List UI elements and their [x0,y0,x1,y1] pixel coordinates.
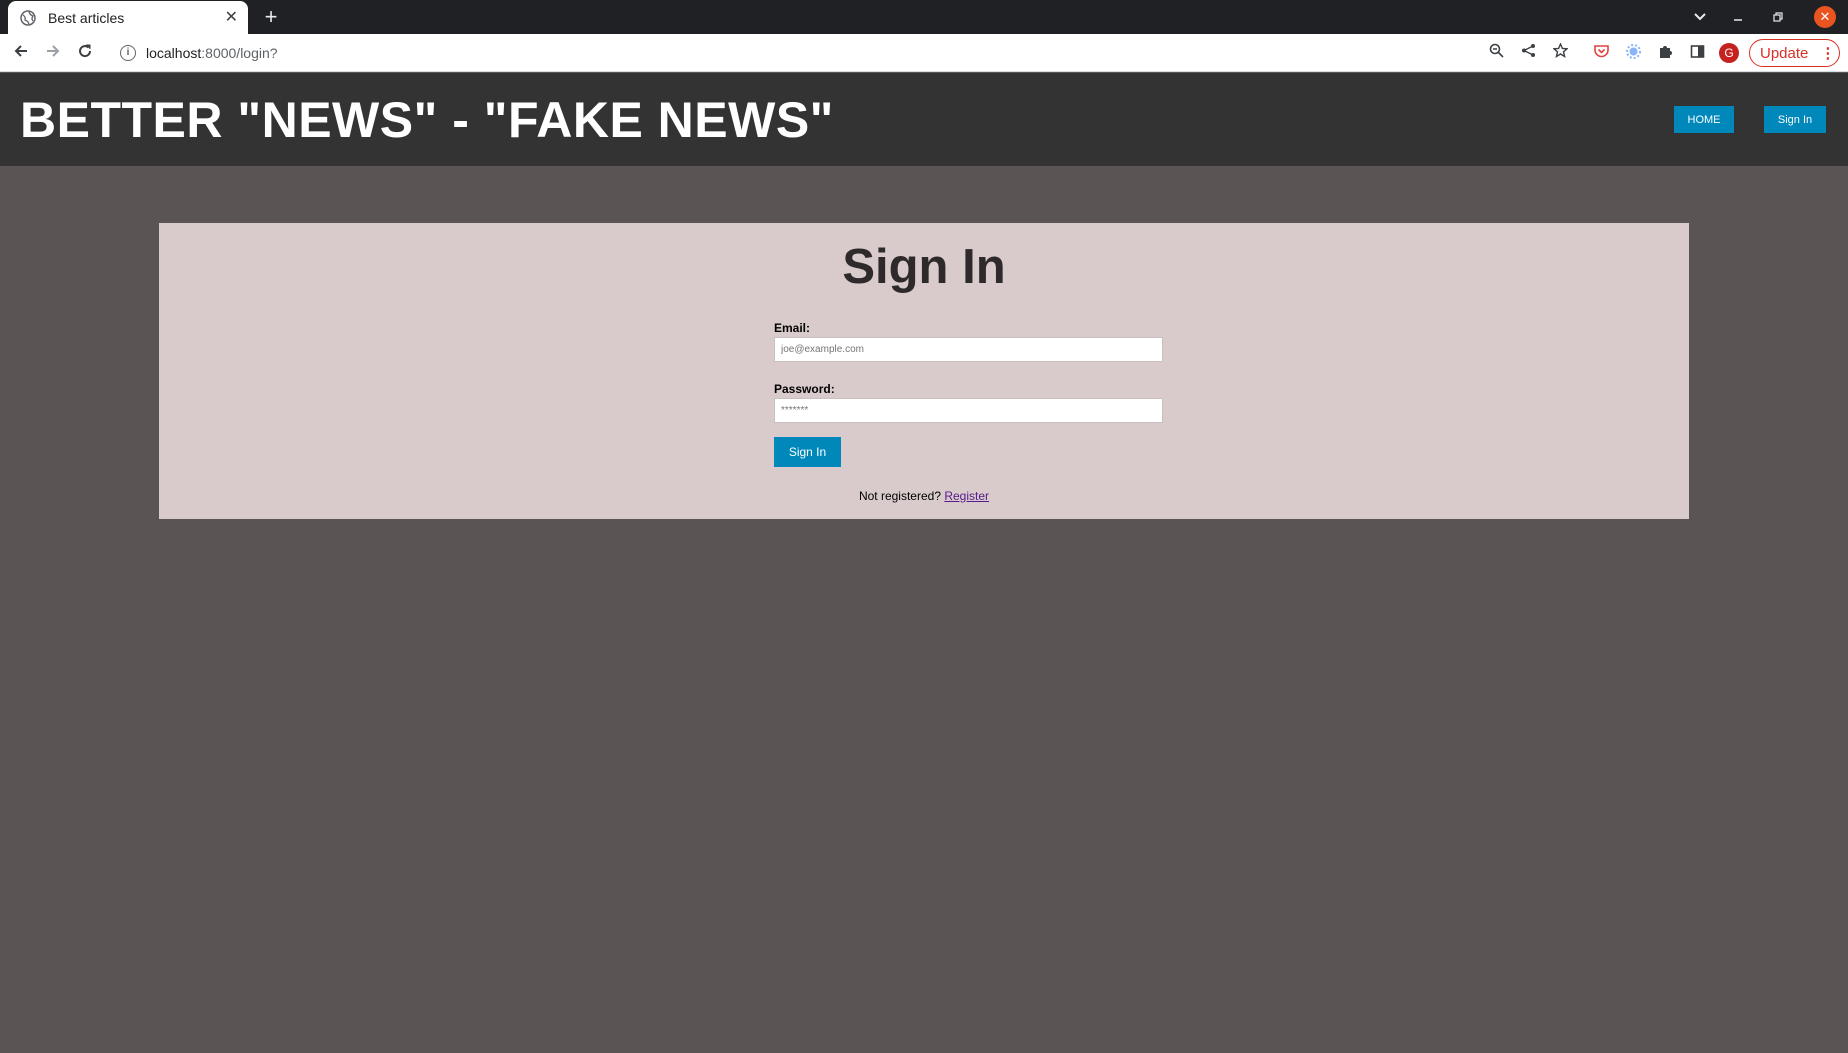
login-form: Email: Password: Sign In [774,321,1164,467]
globe-icon [20,9,36,26]
register-prompt: Not registered? Register [159,489,1689,503]
arrow-right-icon [47,45,60,57]
site-info-icon[interactable]: i [120,45,136,61]
url-path: :8000/login? [201,45,278,61]
minimize-window-button[interactable] [1733,0,1757,34]
restore-icon [1773,12,1783,22]
tab-title: Best articles [48,9,125,26]
restore-window-button[interactable] [1773,0,1797,34]
extension-icons: G [1585,34,1745,72]
share-icon[interactable] [1512,43,1544,63]
puzzle-icon[interactable] [1649,44,1681,63]
profile-avatar[interactable]: G [1719,43,1739,63]
chevron-down-icon [1694,13,1706,21]
sign-in-nav-button[interactable]: Sign In [1764,106,1826,133]
email-field[interactable] [774,337,1163,362]
site-header: BETTER "NEWS" - "FAKE NEWS" HOME Sign In [0,73,1848,166]
browser-tab[interactable]: Best articles ✕ [8,1,248,34]
password-field[interactable] [774,398,1163,423]
close-window-button[interactable]: ✕ [1814,6,1836,28]
site-title: BETTER "NEWS" - "FAKE NEWS" [20,92,834,148]
url-host: localhost [146,45,202,61]
sign-in-submit-button[interactable]: Sign In [774,437,841,467]
browser-toolbar: i localhost:8000/login? G Update ⋮ [0,34,1848,72]
email-label: Email: [774,321,811,335]
tab-search-button[interactable] [1693,0,1717,34]
forward-button[interactable] [41,41,65,65]
home-nav-button[interactable]: HOME [1674,106,1734,133]
bookmark-star-icon[interactable] [1544,42,1576,63]
side-panel-icon[interactable] [1681,44,1713,63]
more-menu-icon[interactable]: ⋮ [1820,44,1835,62]
zoom-icon[interactable] [1480,43,1512,63]
settings-extension-icon[interactable] [1617,43,1649,63]
not-registered-text: Not registered? [858,489,945,503]
new-tab-button[interactable]: + [258,4,284,30]
arrow-left-icon [14,45,27,57]
register-link[interactable]: Register [944,489,989,503]
login-card: Sign In Email: Password: Sign In Not reg… [159,223,1689,519]
address-bar-actions [1480,34,1576,72]
minimize-icon [1734,19,1742,21]
tab-close-icon[interactable]: ✕ [225,9,238,26]
update-label: Update [1760,44,1809,62]
page-title: Sign In [842,240,1006,294]
back-button[interactable] [9,41,33,65]
pocket-icon[interactable] [1585,44,1617,62]
reload-icon [79,44,92,58]
address-bar[interactable]: i localhost:8000/login? [110,38,1576,68]
password-label: Password: [774,382,835,396]
update-button[interactable]: Update ⋮ [1749,39,1840,67]
browser-tab-strip: Best articles ✕ + ✕ [0,0,1848,34]
reload-button[interactable] [73,41,97,65]
